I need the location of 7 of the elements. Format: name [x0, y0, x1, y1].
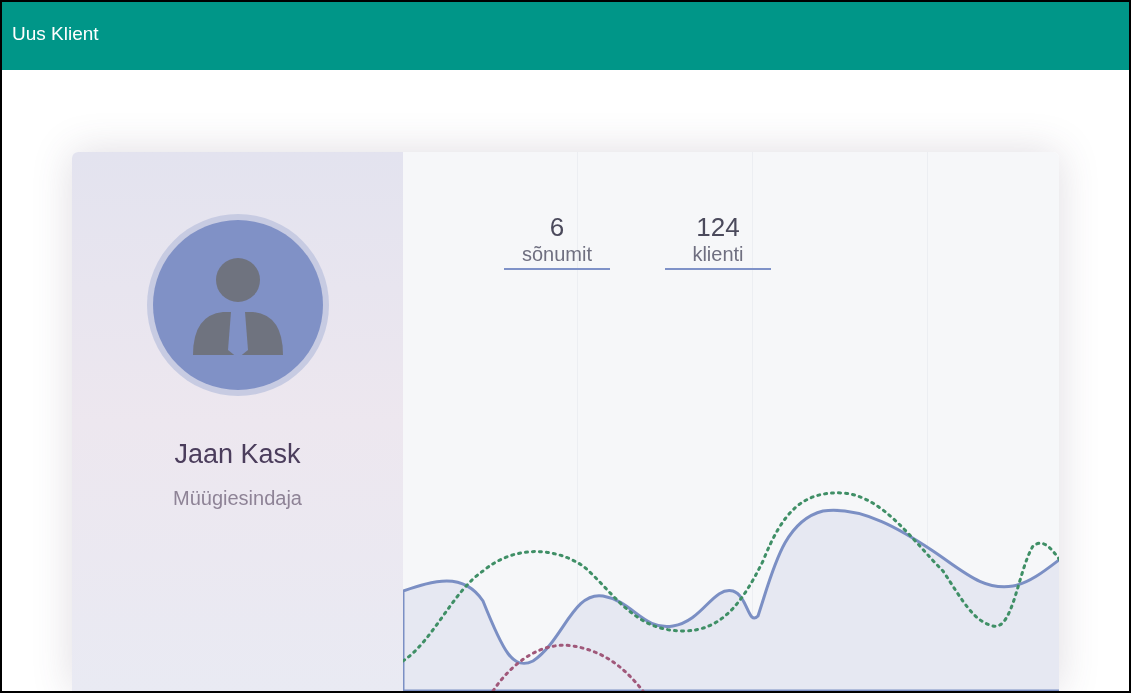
profile-role: Müügiesindaja [173, 485, 302, 511]
stat-label: sõnumit [522, 242, 592, 266]
stat-value: 6 [549, 212, 565, 242]
app-bar-title: Uus Klient [12, 22, 99, 46]
profile-name: Jaan Kask [174, 438, 301, 471]
stat-label: klienti [692, 242, 744, 266]
stat-value: 124 [696, 212, 740, 242]
